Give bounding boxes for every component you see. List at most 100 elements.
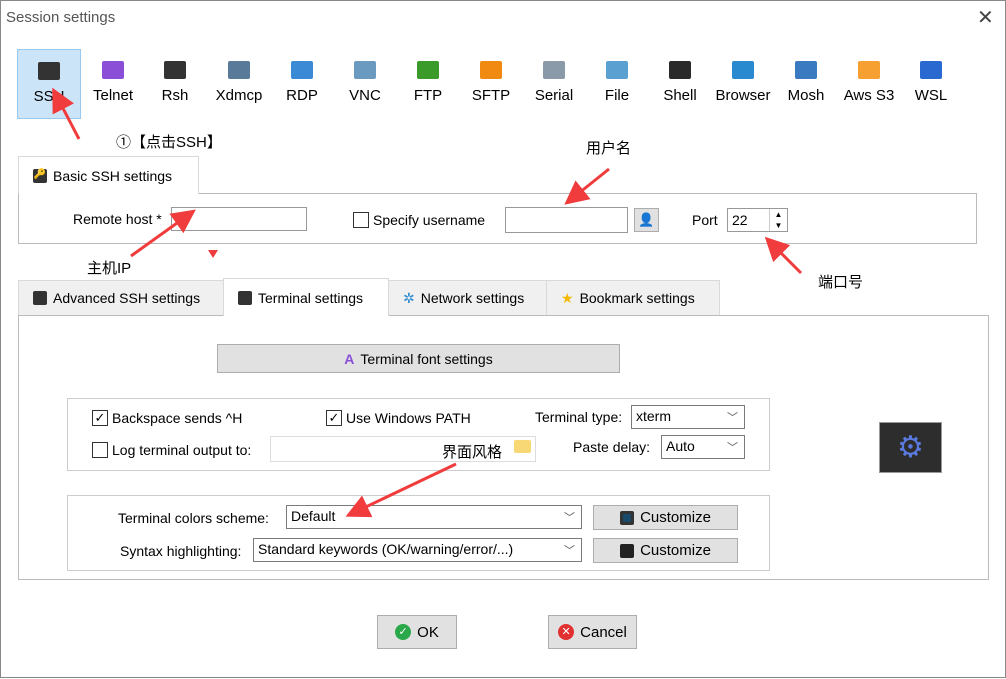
annotation-ui-style: 界面风格	[442, 444, 503, 461]
red-marker	[208, 250, 218, 258]
specify-username-checkbox[interactable]	[353, 212, 369, 228]
protocol-label: Mosh	[787, 87, 825, 104]
vnc-monitor-icon	[354, 61, 376, 79]
button-label: Cancel	[580, 623, 627, 641]
protocol-browser[interactable]: Browser	[711, 49, 775, 119]
windows-path-checkbox[interactable]: ✓	[326, 410, 342, 426]
backspace-label: Backspace sends ^H	[112, 410, 243, 426]
protocol-rdp[interactable]: RDP	[270, 49, 334, 119]
xdmcp-monitor-icon	[228, 61, 250, 79]
tab-network-settings[interactable]: ✲ Network settings	[388, 280, 547, 316]
protocol-label: FTP	[413, 87, 443, 104]
chevron-down-icon: ﹀	[727, 442, 738, 454]
shell-terminal-icon	[669, 61, 691, 79]
backspace-checkbox[interactable]: ✓	[92, 410, 108, 426]
sftp-globe-icon	[480, 61, 502, 79]
user-icon: 👤	[638, 212, 655, 227]
paste-delay-select[interactable]: Auto ﹀	[661, 435, 745, 459]
mosh-satellite-icon	[795, 61, 817, 79]
tab-label: Advanced SSH settings	[53, 290, 201, 306]
chevron-down-icon: ﹀	[564, 545, 575, 557]
protocol-telnet[interactable]: Telnet	[81, 49, 145, 119]
protocol-label: Telnet	[92, 87, 134, 104]
protocol-label: RDP	[286, 87, 318, 104]
terminal-type-select[interactable]: xterm ﹀	[631, 405, 745, 429]
paste-delay-label: Paste delay:	[573, 439, 651, 455]
network-icon: ✲	[403, 289, 415, 306]
customize-syntax-button[interactable]: Customize	[593, 538, 738, 563]
star-icon: ★	[561, 289, 574, 306]
terminal-font-settings-button[interactable]: A Terminal font settings	[217, 344, 620, 373]
cancel-button[interactable]: ✕ Cancel	[548, 615, 637, 649]
syntax-label: Syntax highlighting:	[120, 543, 242, 559]
protocol-label: Browser	[715, 87, 771, 104]
tab-bookmark-settings[interactable]: ★ Bookmark settings	[546, 280, 720, 316]
protocol-sftp[interactable]: SFTP	[459, 49, 523, 119]
select-value: Default	[291, 508, 336, 524]
remote-host-label: Remote host *	[73, 211, 162, 227]
tab-basic-ssh-settings[interactable]: 🔑 Basic SSH settings	[18, 156, 199, 194]
port-label: Port	[692, 212, 718, 228]
cancel-icon: ✕	[558, 624, 575, 640]
key-icon: 🔑	[33, 168, 47, 183]
select-value: xterm	[636, 408, 671, 424]
protocol-ssh[interactable]: SSH	[17, 49, 81, 119]
customize-colors-button[interactable]: Customize	[593, 505, 738, 530]
window-title: Session settings	[6, 9, 116, 26]
terminal-type-label: Terminal type:	[535, 409, 623, 425]
port-spinner[interactable]: ▲ ▼	[769, 209, 787, 231]
arrow-to-port	[764, 236, 803, 275]
windows-path-label: Use Windows PATH	[346, 410, 471, 426]
annotation-click-ssh: ①【点击SSH】	[116, 134, 222, 151]
wrench-icon	[33, 291, 47, 305]
protocol-file[interactable]: File	[585, 49, 649, 119]
remote-host-input[interactable]	[171, 207, 307, 231]
rsh-gears-icon	[164, 61, 186, 79]
tab-terminal-settings[interactable]: Terminal settings	[223, 278, 389, 316]
username-input[interactable]	[505, 207, 628, 233]
user-manager-button[interactable]: 👤	[634, 208, 659, 232]
protocol-serial[interactable]: Serial	[522, 49, 586, 119]
protocol-aws-s3[interactable]: Aws S3	[837, 49, 901, 119]
chevron-down-icon: ﹀	[564, 512, 575, 524]
gear-settings-icon[interactable]: ⚙	[879, 422, 942, 473]
colors-scheme-select[interactable]: Default ﹀	[286, 505, 582, 529]
select-value: Standard keywords (OK/warning/error/...)	[258, 541, 514, 557]
button-label: Customize	[640, 509, 711, 526]
close-button[interactable]: ✕	[977, 5, 994, 30]
protocol-label: File	[604, 87, 630, 104]
annotation-host-ip: 主机IP	[87, 260, 132, 277]
syntax-highlighting-select[interactable]: Standard keywords (OK/warning/error/...)…	[253, 538, 582, 562]
check-icon: ✓	[395, 624, 412, 640]
protocol-label: Rsh	[161, 87, 189, 104]
tab-advanced-ssh-settings[interactable]: Advanced SSH settings	[18, 280, 224, 316]
log-output-checkbox[interactable]	[92, 442, 108, 458]
tab-label: Bookmark settings	[579, 290, 695, 306]
button-label: OK	[417, 623, 439, 641]
protocol-rsh[interactable]: Rsh	[143, 49, 207, 119]
protocol-label: WSL	[914, 87, 948, 104]
protocol-label: Aws S3	[843, 87, 895, 104]
protocol-ftp[interactable]: FTP	[396, 49, 460, 119]
button-label: Terminal font settings	[360, 350, 493, 367]
annotation-username: 用户名	[586, 140, 632, 157]
protocol-wsl[interactable]: WSL	[899, 49, 963, 119]
font-icon: A	[344, 350, 355, 367]
terminal-icon	[238, 290, 252, 305]
folder-icon[interactable]	[514, 440, 531, 453]
protocol-label: SFTP	[471, 87, 511, 104]
protocol-shell[interactable]: Shell	[648, 49, 712, 119]
serial-plug-icon	[543, 61, 565, 79]
ok-button[interactable]: ✓ OK	[377, 615, 457, 649]
protocol-label: Xdmcp	[215, 87, 263, 104]
select-value: Auto	[666, 438, 695, 454]
wsl-windows-icon	[920, 61, 942, 79]
tab-label: Network settings	[420, 290, 525, 306]
telnet-gem-icon	[102, 61, 124, 79]
rdp-monitor-icon	[291, 61, 313, 79]
protocol-vnc[interactable]: VNC	[333, 49, 397, 119]
protocol-label: VNC	[349, 87, 381, 104]
protocol-xdmcp[interactable]: Xdmcp	[207, 49, 271, 119]
ftp-globe-icon	[417, 61, 439, 79]
protocol-mosh[interactable]: Mosh	[774, 49, 838, 119]
